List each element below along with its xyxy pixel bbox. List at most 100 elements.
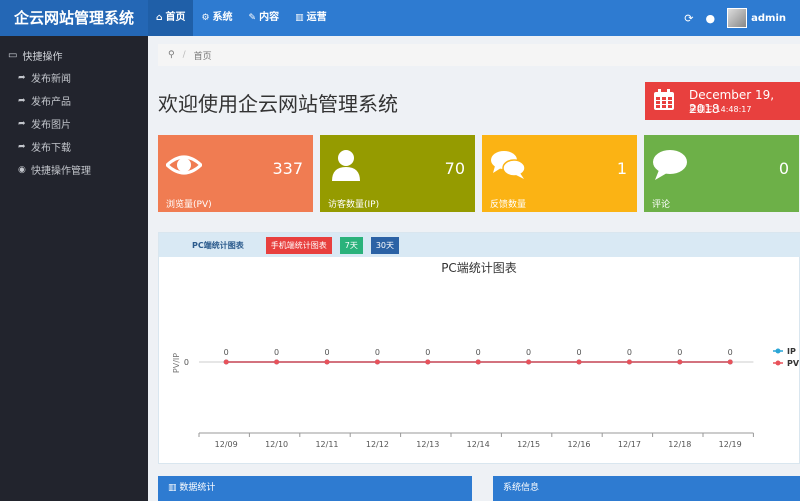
edit-icon: ✎ [248,13,257,23]
sidebar-item-publish-image[interactable]: ➦ 发布图片 [0,112,148,135]
nav-operation[interactable]: ▥ 运营 [287,0,335,36]
sidebar-item-publish-product[interactable]: ➦ 发布产品 [0,89,148,112]
bar-chart-icon: ▥ [295,13,304,23]
weekday-time-text: 星期三 14:48:17 [689,105,752,114]
chart-tabs: PC端统计图表 手机端统计图表 7天 30天 [159,233,800,257]
comment-icon [653,150,687,180]
data-label: 0 [576,348,581,357]
tab-30-days[interactable]: 30天 [370,236,400,254]
data-label: 0 [425,348,430,357]
x-tick-label: 12/15 [517,440,540,449]
nav-content[interactable]: ✎ 内容 [241,0,288,36]
eye-icon: ◉ [18,164,26,175]
data-point-pv [727,359,733,365]
stat-label: 评论 [652,200,671,210]
data-label: 0 [324,348,329,357]
stat-label: 反馈数量 [490,200,527,210]
calendar-icon [654,89,674,110]
avatar [727,8,748,28]
stat-value: 0 [778,159,789,178]
top-right-tools: ⟳ ● admin [684,0,786,36]
breadcrumb-separator: / [182,50,186,60]
home-icon: ⌂ [156,13,163,23]
stat-value: 70 [444,159,465,178]
map-marker-icon: ⚲ [168,50,175,60]
x-tick-label: 12/16 [567,440,590,449]
line-chart: PC端统计图表PV/IP 012/09 12/10 12/11 12/12 12/13 12… [172,261,799,449]
bar-chart-icon: ▥ [168,483,177,493]
nav-system-label: 系统 [212,12,233,23]
nav-home[interactable]: ⌂ 首页 [148,0,194,36]
tab-7-days[interactable]: 7天 [339,236,363,254]
data-point-pv [374,359,380,365]
data-point-pv [324,359,330,365]
stat-label: 浏览量(PV) [166,200,212,210]
data-label: 0 [677,348,682,357]
chart-title: PC端统计图表 [441,261,517,275]
stat-card-feedback[interactable]: 1 反馈数量 [482,135,637,212]
stat-label: 访客数量(IP) [328,200,380,210]
legend-marker-ip [775,348,781,354]
stat-value: 1 [616,159,627,178]
eye-icon [166,155,202,175]
legend-label: IP [787,347,796,356]
x-tick-label: 12/17 [618,440,641,449]
x-tick-label: 12/11 [315,440,338,449]
sidebar-item-label: 发布新闻 [31,74,71,85]
x-tick-label: 12/12 [366,440,389,449]
user-icon [332,150,360,181]
sidebar-item-label: 发布图片 [31,120,71,131]
data-point-pv [626,359,632,365]
system-info-panel-header: 系统信息 [493,476,800,501]
user-menu[interactable]: admin [727,8,786,28]
globe-icon[interactable]: ● [706,12,716,25]
chart-panel: PC端统计图表 手机端统计图表 7天 30天 PC端统计图表 PV/IP 0 12/0… [158,232,800,464]
brand-logo[interactable]: 企云网站管理系统 [0,0,148,36]
data-stats-title: 数据统计 [179,483,216,493]
x-tick-label: 12/14 [467,440,490,449]
sidebar-heading-label: 快捷操作 [22,51,63,63]
data-label: 0 [627,348,632,357]
data-label: 0 [274,348,279,357]
stat-cards: 337 浏览量(PV) 70 访客数量(IP) 1 反馈数量 0 评论 [158,135,800,212]
main-content: ⚲ / 首页 欢迎使用企云网站管理系统 December 19, 2018 星期… [148,36,800,501]
sidebar-item-shortcut-manage[interactable]: ◉ 快捷操作管理 [0,158,148,181]
data-label: 0 [224,348,229,357]
sidebar-item-label: 发布产品 [31,97,71,108]
data-label: 0 [526,348,531,357]
folder-open-icon: ▭ [8,49,18,61]
legend-label: PV [787,359,799,368]
sidebar-item-publish-news[interactable]: ➦ 发布新闻 [0,66,148,89]
x-tick-label: 12/18 [668,440,691,449]
sidebar-item-publish-download[interactable]: ➦ 发布下载 [0,135,148,158]
comments-icon [491,151,526,179]
y-tick-label: 0 [184,358,189,367]
y-axis-label: PV/IP [172,353,181,373]
share-icon: ➦ [18,118,26,129]
stat-card-comments[interactable]: 0 评论 [644,135,799,212]
sidebar-item-label: 快捷操作管理 [31,166,91,177]
data-label: 0 [375,348,380,357]
refresh-icon[interactable]: ⟳ [684,12,693,25]
gears-icon: ⚙ [201,13,210,23]
share-icon: ➦ [18,72,26,83]
nav-system[interactable]: ⚙ 系统 [193,0,240,36]
breadcrumb-home[interactable]: 首页 [194,49,212,62]
sidebar-item-label: 发布下载 [31,143,71,154]
nav-content-label: 内容 [259,12,280,23]
top-navbar: 企云网站管理系统 ⌂ 首页 ⚙ 系统 ✎ 内容 ▥ 运营 ⟳ ● admin [0,0,800,36]
data-point-pv [677,359,683,365]
x-tick-label: 12/13 [416,440,439,449]
tab-mobile-chart[interactable]: 手机端统计图表 [265,236,332,254]
tab-pc-chart[interactable]: PC端统计图表 [187,237,258,254]
stat-card-pv[interactable]: 337 浏览量(PV) [158,135,313,212]
stat-value: 337 [272,159,303,178]
sidebar-heading[interactable]: ▭ 快捷操作 [0,44,148,66]
top-nav: ⌂ 首页 ⚙ 系统 ✎ 内容 ▥ 运营 [148,0,335,36]
x-tick-label: 12/19 [719,440,742,449]
share-icon: ➦ [18,141,26,152]
data-point-pv [223,359,229,365]
x-tick-label: 12/09 [215,440,238,449]
data-point-pv [526,359,532,365]
stat-card-visitors[interactable]: 70 访客数量(IP) [320,135,475,212]
